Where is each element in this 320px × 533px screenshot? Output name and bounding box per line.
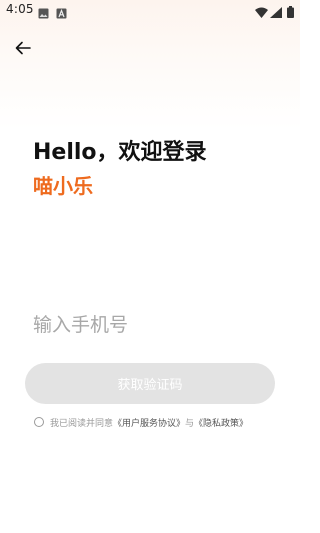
- agreement-prefix: 我已阅读并同意: [50, 418, 114, 429]
- agreement-row: 我已阅读并同意 《用户服务协议》 与 《隐私政策》: [34, 415, 248, 429]
- greeting-title: Hello，欢迎登录: [33, 140, 207, 165]
- agreement-conjunction: 与: [185, 418, 195, 429]
- image-icon: [38, 4, 49, 23]
- status-time: 4:05: [6, 2, 34, 16]
- get-verification-code-button[interactable]: 获取验证码: [25, 363, 275, 404]
- phone-number-input[interactable]: [33, 308, 273, 342]
- user-agreement-link[interactable]: 《用户服务协议》: [113, 416, 185, 429]
- app-name: 喵小乐: [33, 174, 93, 198]
- agree-checkbox[interactable]: [34, 417, 44, 427]
- status-bar: 4:05: [0, 0, 300, 20]
- login-screen: 4:05 Hello，欢迎登录 喵小乐 输入手机号 获取验证码 我已阅读并同意 …: [0, 0, 300, 533]
- signal-icon: [270, 3, 282, 22]
- back-button[interactable]: [12, 38, 34, 60]
- wifi-icon: [255, 3, 268, 22]
- privacy-policy-link[interactable]: 《隐私政策》: [194, 416, 248, 429]
- arrow-left-icon: [15, 40, 31, 59]
- a-icon: [56, 4, 67, 23]
- battery-icon: [287, 3, 294, 22]
